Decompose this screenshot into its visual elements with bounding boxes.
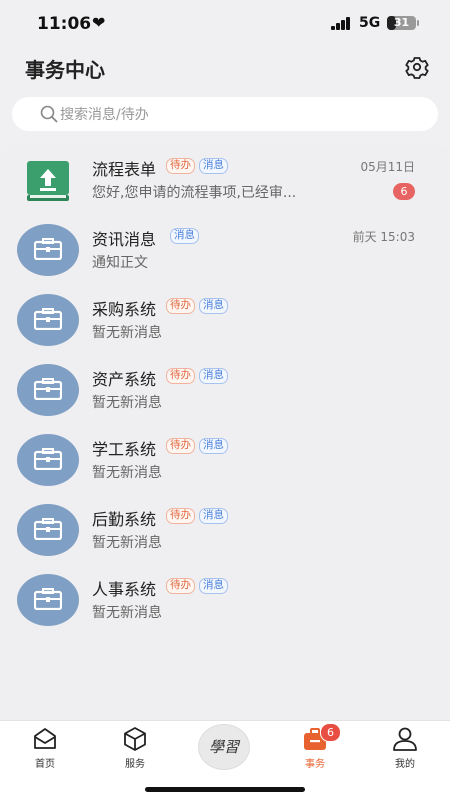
briefcase-icon xyxy=(34,378,62,400)
briefcase-icon xyxy=(34,448,62,470)
tag-group: 待办 消息 xyxy=(166,438,228,454)
settings-gear-icon[interactable] xyxy=(405,55,429,79)
user-icon xyxy=(393,727,417,751)
item-subtitle: 暂无新消息 xyxy=(92,535,162,551)
briefcase-icon xyxy=(34,518,62,540)
tab-home-label: 首页 xyxy=(35,759,55,770)
tab-mine[interactable]: 我的 xyxy=(375,726,435,774)
tag-todo: 待办 xyxy=(166,508,195,524)
home-indicator xyxy=(145,787,305,792)
search-placeholder: 搜索消息/待办 xyxy=(60,107,149,123)
tag-message: 消息 xyxy=(170,228,199,244)
tab-affairs-label: 事务 xyxy=(305,759,325,770)
page-title: 事务中心 xyxy=(25,58,105,82)
tag-message: 消息 xyxy=(199,508,228,524)
item-time: 前天 15:03 xyxy=(352,230,415,244)
item-title: 采购系统 xyxy=(92,300,157,319)
tag-group: 待办 消息 xyxy=(166,158,228,174)
item-title: 流程表单 xyxy=(92,160,157,179)
item-subtitle: 您好,您申请的流程事项,已经审... xyxy=(92,185,297,201)
signal-icon xyxy=(331,17,353,30)
tab-home[interactable]: 首页 xyxy=(15,726,75,774)
tag-todo: 待办 xyxy=(166,158,195,174)
item-subtitle: 通知正文 xyxy=(92,255,148,271)
item-subtitle: 暂无新消息 xyxy=(92,325,162,341)
avatar xyxy=(17,574,79,626)
tag-todo: 待办 xyxy=(166,438,195,454)
item-subtitle: 暂无新消息 xyxy=(92,465,162,481)
list-item-student-affairs[interactable]: 学工系统 待办 消息 暂无新消息 xyxy=(0,425,450,495)
item-title: 学工系统 xyxy=(92,440,157,459)
avatar xyxy=(17,434,79,486)
tab-mine-label: 我的 xyxy=(395,759,415,770)
item-title: 资讯消息 xyxy=(92,230,157,249)
avatar xyxy=(17,224,79,276)
list-item-logistics[interactable]: 后勤系统 待办 消息 暂无新消息 xyxy=(0,495,450,565)
list-item-process-form[interactable]: 流程表单 待办 消息 05月11日 您好,您申请的流程事项,已经审... 6 xyxy=(0,145,450,215)
tab-center-study[interactable]: 學習 xyxy=(198,724,250,770)
search-bar[interactable]: 搜索消息/待办 xyxy=(12,97,438,131)
item-title: 资产系统 xyxy=(92,370,157,389)
header: 事务中心 xyxy=(0,48,450,88)
tag-todo: 待办 xyxy=(166,298,195,314)
network-label: 5G xyxy=(359,15,381,31)
cube-icon xyxy=(124,727,146,751)
form-upload-icon xyxy=(27,161,69,201)
tag-message: 消息 xyxy=(199,368,228,384)
tag-todo: 待办 xyxy=(166,368,195,384)
tag-message: 消息 xyxy=(199,158,228,174)
item-title: 后勤系统 xyxy=(92,510,157,529)
status-time: 11:06 xyxy=(37,14,92,34)
tag-group: 待办 消息 xyxy=(166,298,228,314)
tag-message: 消息 xyxy=(199,298,228,314)
avatar xyxy=(17,504,79,556)
avatar xyxy=(17,294,79,346)
status-bar: 11:06 ❤ 5G 31 xyxy=(0,0,450,48)
battery-icon: 31 xyxy=(387,16,416,30)
item-subtitle: 暂无新消息 xyxy=(92,605,162,621)
study-logo: 學習 xyxy=(208,738,239,756)
briefcase-icon xyxy=(34,588,62,610)
tag-group: 消息 xyxy=(170,228,199,244)
tab-service-label: 服务 xyxy=(125,759,145,770)
item-subtitle: 暂无新消息 xyxy=(92,395,162,411)
tag-group: 待办 消息 xyxy=(166,368,228,384)
search-icon xyxy=(40,105,58,123)
item-time: 05月11日 xyxy=(360,160,415,174)
heart-icon: ❤ xyxy=(92,13,106,32)
battery-cap xyxy=(417,20,419,26)
list-item-personnel[interactable]: 人事系统 待办 消息 暂无新消息 xyxy=(0,565,450,635)
briefcase-icon xyxy=(34,238,62,260)
list-item-news[interactable]: 资讯消息 消息 前天 15:03 通知正文 xyxy=(0,215,450,285)
briefcase-icon xyxy=(34,308,62,330)
list-item-purchase[interactable]: 采购系统 待办 消息 暂无新消息 xyxy=(0,285,450,355)
tag-group: 待办 消息 xyxy=(166,578,228,594)
tag-group: 待办 消息 xyxy=(166,508,228,524)
tag-message: 消息 xyxy=(199,578,228,594)
message-list: 流程表单 待办 消息 05月11日 您好,您申请的流程事项,已经审... 6 资… xyxy=(0,145,450,720)
item-title: 人事系统 xyxy=(92,580,157,599)
tag-message: 消息 xyxy=(199,438,228,454)
list-item-assets[interactable]: 资产系统 待办 消息 暂无新消息 xyxy=(0,355,450,425)
home-envelope-icon xyxy=(34,728,56,749)
tag-todo: 待办 xyxy=(166,578,195,594)
affairs-badge: 6 xyxy=(320,723,341,742)
unread-badge: 6 xyxy=(393,183,415,200)
battery-level: 31 xyxy=(393,16,410,29)
tab-service[interactable]: 服务 xyxy=(105,726,165,774)
avatar xyxy=(17,364,79,416)
